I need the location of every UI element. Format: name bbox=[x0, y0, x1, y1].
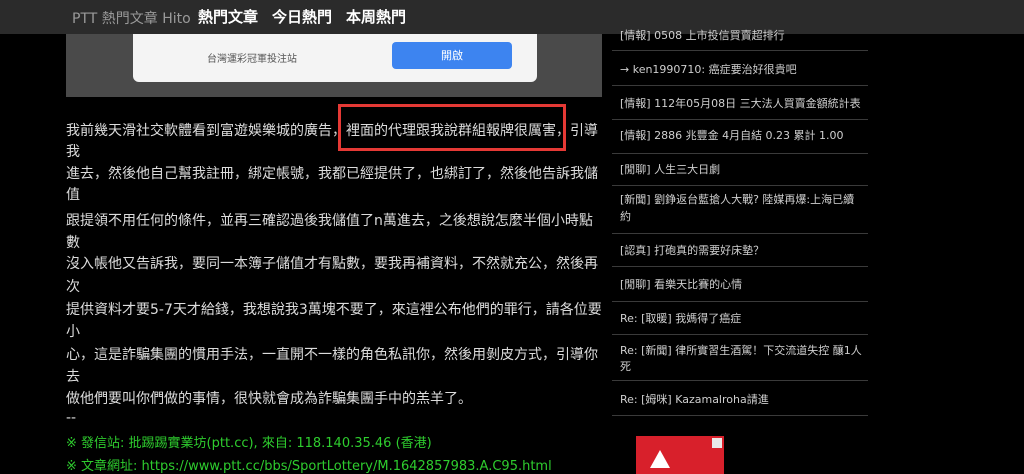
post-line: 心，這是詐騙集團的慣用手法，一直開不一樣的角色私訊你，然後用剝皮方式，引導你 bbox=[66, 347, 598, 363]
ad-card[interactable]: 台灣運彩冠軍投注站 開啟 bbox=[133, 34, 537, 82]
sidebar-item-label: → ken1990710: 癌症要治好很貴吧 bbox=[620, 63, 797, 76]
sidebar-item[interactable]: Re: [取暖] 我媽得了癌症 bbox=[612, 302, 868, 335]
sidebar-item[interactable]: [新聞] 劉錚返台藍搶人大戰? 陸媒再爆:上海已續 約 bbox=[612, 186, 868, 234]
post-line: 做他們要叫你們做的事情，很快就會成為詐騙集團手中的羔羊了。 bbox=[66, 391, 472, 407]
sidebar-item-label: [情報] 2886 兆豐金 4月自結 0.23 累計 1.00 bbox=[620, 129, 844, 142]
sidebar-item[interactable]: [認真] 打砲真的需要好床墊？ bbox=[612, 234, 868, 267]
sidebar-item[interactable]: [情報] 0508 上市投信買賣超排行 bbox=[612, 24, 868, 51]
post-line: 小 bbox=[66, 324, 80, 340]
sidebar-item[interactable]: [閒聊] 人生三大日劇 bbox=[612, 154, 868, 186]
sidebar-item[interactable]: → ken1990710: 癌症要治好很貴吧 bbox=[612, 51, 868, 86]
ad-text: 台灣運彩冠軍投注站 bbox=[207, 54, 297, 65]
sidebar-item-label: Re: [姆咪] Kazamalroha請進 bbox=[620, 393, 769, 406]
nav-hot-articles[interactable]: 熱門文章 bbox=[198, 6, 258, 27]
nav-week-hot[interactable]: 本周熱門 bbox=[346, 6, 406, 27]
sidebar-item-label: [情報] 112年05月08日 三大法人買賣金額統計表 bbox=[620, 97, 861, 110]
adobe-logo-icon bbox=[650, 450, 670, 468]
signature-url[interactable]: ※ 文章網址: https://www.ptt.cc/bbs/SportLott… bbox=[66, 455, 552, 474]
post-line: 值 bbox=[66, 187, 80, 203]
post-line: 我 bbox=[66, 144, 80, 160]
sidebar-item-label-cont: 死 bbox=[620, 360, 631, 373]
post-line: 去 bbox=[66, 369, 80, 385]
sidebar-item-label: [閒聊] 人生三大日劇 bbox=[620, 163, 721, 176]
nav-today-hot[interactable]: 今日熱門 bbox=[272, 6, 332, 27]
signature-source: ※ 發信站: 批踢踢實業坊(ptt.cc), 來自: 118.140.35.46… bbox=[66, 436, 432, 451]
post-line: 進去，然後他自己幫我註冊，綁定帳號，我都已經提供了，也綁訂了，然後他告訴我儲 bbox=[66, 166, 598, 182]
ad-choices-icon[interactable] bbox=[712, 438, 722, 448]
sidebar-item-label: [情報] 0508 上市投信買賣超排行 bbox=[620, 29, 785, 42]
sidebar-item-label-cont: 約 bbox=[620, 210, 631, 223]
sidebar-item[interactable]: Re: [姆咪] Kazamalroha請進 bbox=[612, 381, 868, 416]
highlight-box bbox=[338, 104, 566, 151]
sidebar-item[interactable]: [閒聊] 看樂天比賽的心情 bbox=[612, 267, 868, 302]
post-line: 沒入帳他又告訴我，要同一本簿子儲值才有點數，要我再補資料，不然就充公，然後再 bbox=[66, 256, 598, 272]
post-line: -- bbox=[66, 410, 77, 426]
post-line: 提供資料才要5-7天才給錢，我想說我3萬塊不要了，來這裡公布他們的罪行，請各位要 bbox=[66, 302, 602, 318]
sidebar-item-label: [閒聊] 看樂天比賽的心情 bbox=[620, 278, 743, 291]
sidebar-item-label: [認真] 打砲真的需要好床墊？ bbox=[620, 244, 765, 257]
top-nav: PTT 熱門文章 Hito 熱門文章 今日熱門 本周熱門 bbox=[0, 0, 1024, 34]
sidebar-item[interactable]: [情報] 112年05月08日 三大法人買賣金額統計表 bbox=[612, 86, 868, 120]
sidebar-item[interactable]: [情報] 2886 兆豐金 4月自結 0.23 累計 1.00 bbox=[612, 120, 868, 154]
site-brand[interactable]: PTT 熱門文章 Hito bbox=[72, 8, 191, 28]
post-line: 數 bbox=[66, 235, 80, 251]
sidebar-item[interactable]: Re: [新聞] 律所實習生酒駕！下交流道失控 釀1人 死 bbox=[612, 335, 868, 381]
post-line: 次 bbox=[66, 279, 80, 295]
sidebar-item-label: Re: [取暖] 我媽得了癌症 bbox=[620, 312, 742, 325]
sidebar-item-label: Re: [新聞] 律所實習生酒駕！下交流道失控 釀1人 bbox=[620, 344, 862, 357]
sidebar-item-label: [新聞] 劉錚返台藍搶人大戰? 陸媒再爆:上海已續 bbox=[620, 193, 855, 206]
ad-banner: 台灣運彩冠軍投注站 開啟 bbox=[66, 34, 602, 97]
post-line: 跟提領不用任何的條件，並再三確認過後我儲值了n萬進去，之後想說怎麼半個小時點 bbox=[66, 213, 593, 229]
ad-open-button[interactable]: 開啟 bbox=[392, 42, 512, 69]
sidebar-ad[interactable] bbox=[636, 436, 724, 474]
